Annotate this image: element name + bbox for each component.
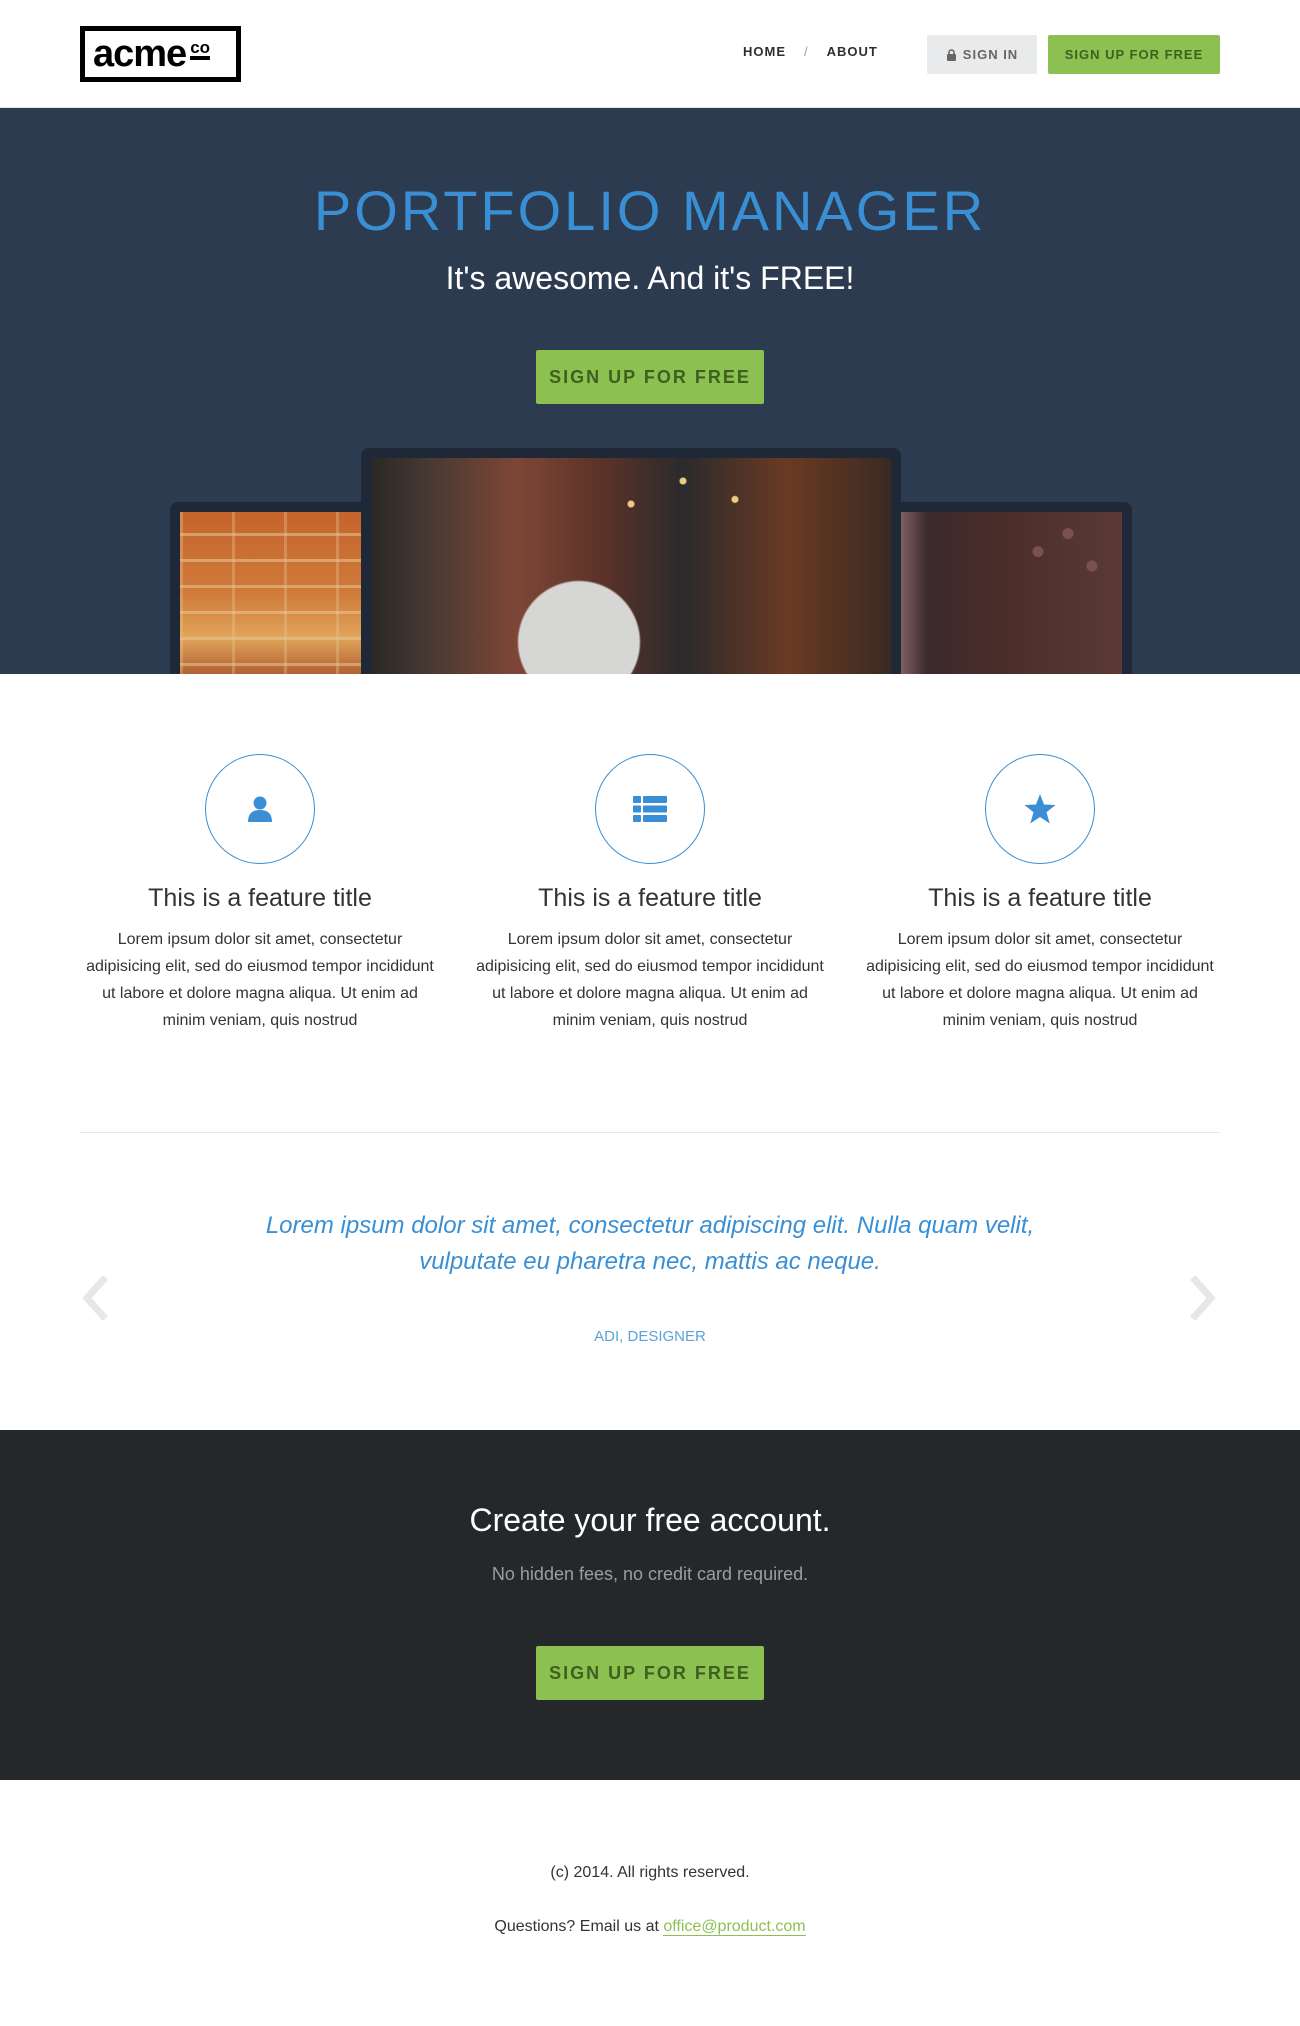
feature-icon-circle <box>205 754 315 864</box>
feature-text: Lorem ipsum dolor sit amet, consectetur … <box>866 931 1214 1029</box>
nav-separator: / <box>804 44 809 59</box>
cta-section: Create your free account. No hidden fees… <box>0 1430 1300 1780</box>
hero-subtitle: It's awesome. And it's FREE! <box>445 260 855 296</box>
user-icon <box>248 796 272 822</box>
hero-sign-up-label: SIGN UP FOR FREE <box>549 366 751 387</box>
header-sign-up-label: SIGN UP FOR FREE <box>1064 47 1204 62</box>
section-divider <box>80 1132 1220 1133</box>
chevron-right-icon[interactable] <box>1189 1276 1219 1320</box>
hero-title: PORTFOLIO MANAGER <box>313 179 987 242</box>
footer-email-link[interactable]: office@product.com <box>663 1918 806 1936</box>
nav-about-link[interactable]: ABOUT <box>827 44 878 59</box>
footer-copyright: (c) 2014. All rights reserved. <box>550 1864 750 1881</box>
site-header: acme co HOME / ABOUT SIGN IN SIGN UP FOR… <box>0 0 1300 108</box>
feature-icon-circle <box>985 754 1095 864</box>
logo-wordmark: acme <box>93 33 187 75</box>
main-nav: HOME / ABOUT <box>743 44 878 59</box>
feature-text: Lorem ipsum dolor sit amet, consectetur … <box>476 931 824 1029</box>
footer-contact: Questions? Email us at office@product.co… <box>0 1918 1300 1936</box>
testimonial-quote: Lorem ipsum dolor sit amet, consectetur … <box>265 1212 1035 1275</box>
star-icon <box>1024 794 1056 824</box>
cta-subtitle: No hidden fees, no credit card required. <box>491 1564 809 1584</box>
cta-sign-up-label: SIGN UP FOR FREE <box>549 1662 751 1683</box>
chevron-left-icon[interactable] <box>79 1276 109 1320</box>
testimonial-author: ADI, DESIGNER <box>594 1328 706 1345</box>
sign-in-label: SIGN IN <box>962 47 1019 62</box>
lock-icon <box>946 48 956 61</box>
header-sign-up-button[interactable]: SIGN UP FOR FREE <box>1048 35 1220 74</box>
hero-sign-up-button[interactable]: SIGN UP FOR FREE <box>536 350 764 404</box>
sign-in-button[interactable]: SIGN IN <box>927 35 1037 74</box>
screenshot-cafe-interior <box>371 458 891 674</box>
feature-title: This is a feature title <box>148 884 372 912</box>
logo-co-mark: co <box>190 39 211 61</box>
feature-text: Lorem ipsum dolor sit amet, consectetur … <box>86 931 434 1029</box>
feature-title: This is a feature title <box>928 884 1152 912</box>
list-icon <box>633 796 667 822</box>
hero-section: PORTFOLIO MANAGER It's awesome. And it's… <box>0 108 1300 674</box>
cta-sign-up-button[interactable]: SIGN UP FOR FREE <box>536 1646 764 1700</box>
nav-home-link[interactable]: HOME <box>743 44 786 59</box>
feature-title: This is a feature title <box>538 884 762 912</box>
device-mockup-center <box>361 448 901 674</box>
acme-logo[interactable]: acme co <box>80 26 241 82</box>
cta-title: Create your free account. <box>469 1502 831 1538</box>
footer-contact-prefix: Questions? Email us at <box>494 1918 664 1935</box>
feature-icon-circle <box>595 754 705 864</box>
